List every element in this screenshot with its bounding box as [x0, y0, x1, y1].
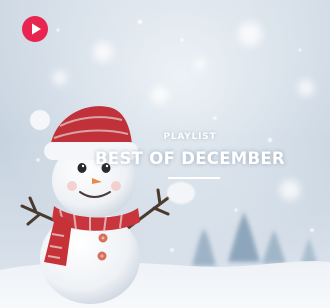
playlist-label: PLAYLIST — [163, 132, 217, 142]
play-button[interactable] — [22, 16, 48, 42]
play-icon — [22, 16, 48, 42]
cover-text: PLAYLIST BEST OF DECEMBER — [0, 132, 330, 179]
title-underline — [168, 177, 220, 179]
playlist-title: BEST OF DECEMBER — [95, 149, 285, 168]
playlist-cover[interactable]: PLAYLIST BEST OF DECEMBER — [0, 0, 330, 308]
